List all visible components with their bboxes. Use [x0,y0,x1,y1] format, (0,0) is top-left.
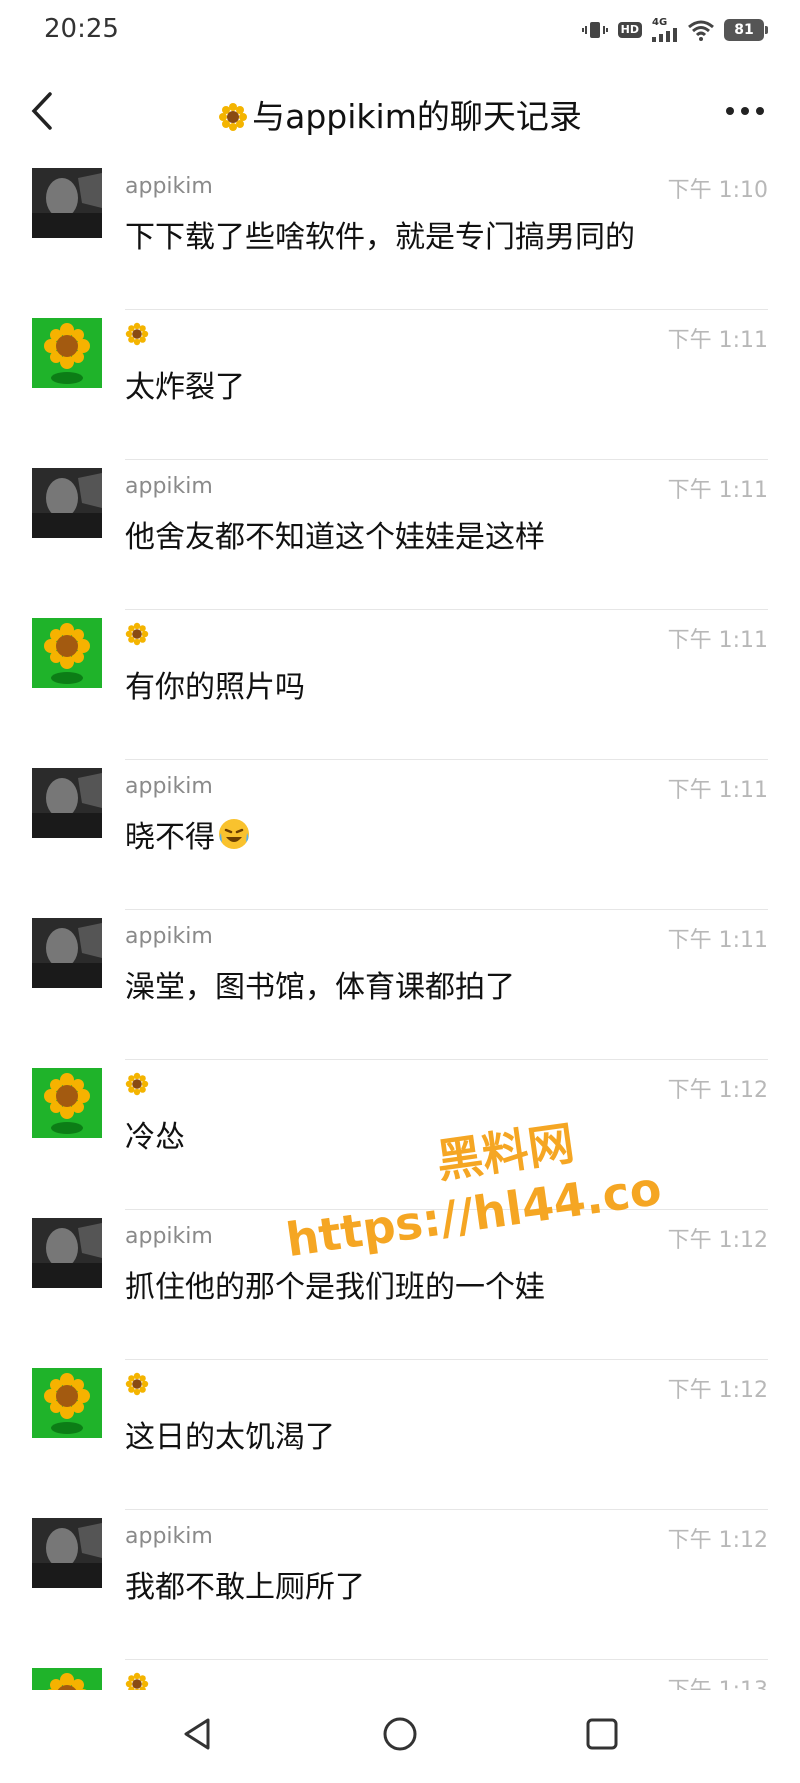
sender-sunflower-icon [125,1372,149,1400]
message-time: 下午 1:11 [667,478,768,503]
message-text: 澡堂，图书馆，体育课都拍了 [125,970,515,1005]
message-item[interactable]: appikim 下午 1:11 他舍友都不知道这个娃娃是这样 [0,460,800,610]
hd-icon: HD [617,22,642,38]
avatar[interactable] [32,318,102,388]
chat-title-text: 与appikim的聊天记录 [252,97,582,136]
avatar[interactable] [32,168,102,238]
avatar[interactable] [32,768,102,838]
message-item[interactable]: 下午 1:13 [0,1660,800,1690]
message-item[interactable]: 下午 1:12 这日的太饥渴了 [0,1360,800,1510]
message-time: 下午 1:10 [667,178,768,203]
message-time: 下午 1:11 [667,328,768,353]
system-back-button[interactable] [176,1712,220,1756]
avatar[interactable] [32,1668,102,1690]
message-item[interactable]: appikim 下午 1:12 我都不敢上厕所了 [0,1510,800,1660]
message-time: 下午 1:12 [667,1378,768,1403]
message-text: 下下载了些啥软件，就是专门搞男同的 [125,220,635,255]
message-text: 抓住他的那个是我们班的一个娃 [125,1270,545,1305]
square-recents-icon [586,1718,618,1750]
message-text: 有你的照片吗 [125,670,305,705]
sunflower-icon [218,101,248,140]
message-text: 我都不敢上厕所了 [125,1570,365,1605]
message-text: 晓不得 [125,812,251,859]
page-title: 与appikim的聊天记录 [0,90,800,140]
vibrate-icon [581,20,608,40]
battery-icon: 81 [724,19,768,41]
wifi-icon [688,19,714,41]
message-time: 下午 1:13 [668,1672,768,1690]
sender-name: appikim [125,774,213,799]
message-time: 下午 1:11 [667,778,768,803]
system-navigation-bar [0,1690,800,1783]
message-time: 下午 1:11 [667,928,768,953]
system-home-button[interactable] [378,1712,422,1756]
more-options-button[interactable] [720,94,770,128]
status-icons: HD 4G 81 [581,18,768,42]
sender-sunflower-icon [125,1672,149,1690]
sender-sunflower-icon [125,322,149,350]
sender-name: appikim [125,924,213,949]
message-item[interactable]: appikim 下午 1:11 澡堂，图书馆，体育课都拍了 [0,910,800,1060]
sender-name: appikim [125,1524,213,1549]
circle-home-icon [383,1717,417,1751]
sender-sunflower-icon [125,1072,149,1100]
laughing-crying-emoji-icon [217,817,251,859]
message-item[interactable]: 下午 1:11 太炸裂了 [0,310,800,460]
sender-name: appikim [125,174,213,199]
chat-header: 与appikim的聊天记录 [0,62,800,160]
more-dots-icon [726,107,764,115]
avatar[interactable] [32,468,102,538]
sender-name: appikim [125,474,213,499]
message-item[interactable]: appikim 下午 1:12 抓住他的那个是我们班的一个娃 [0,1210,800,1360]
message-text: 这日的太饥渴了 [125,1420,335,1455]
message-text: 他舍友都不知道这个娃娃是这样 [125,520,545,555]
message-text-content: 晓不得 [125,820,215,855]
message-item[interactable]: appikim 下午 1:10 下下载了些啥软件，就是专门搞男同的 [0,160,800,310]
message-time: 下午 1:12 [667,1228,768,1253]
message-text: 冷怂 [125,1120,185,1155]
avatar[interactable] [32,1368,102,1438]
avatar[interactable] [32,918,102,988]
avatar[interactable] [32,1068,102,1138]
avatar[interactable] [32,1218,102,1288]
triangle-back-icon [184,1718,210,1750]
sender-sunflower-icon [125,622,149,650]
message-time: 下午 1:11 [667,628,768,653]
signal-icon: 4G [652,18,678,42]
message-item[interactable]: 下午 1:12 冷怂 [0,1060,800,1210]
avatar[interactable] [32,618,102,688]
status-time: 20:25 [44,14,119,44]
message-text: 太炸裂了 [125,370,245,405]
message-time: 下午 1:12 [667,1078,768,1103]
network-type-label: 4G [652,17,668,28]
system-recents-button[interactable] [580,1712,624,1756]
chat-history-list[interactable]: appikim 下午 1:10 下下载了些啥软件，就是专门搞男同的 下午 1:1… [0,160,800,1690]
message-time: 下午 1:12 [667,1528,768,1553]
status-bar: 20:25 HD 4G 81 [0,0,800,62]
message-item[interactable]: appikim 下午 1:11 晓不得 [0,760,800,910]
message-item[interactable]: 下午 1:11 有你的照片吗 [0,610,800,760]
sender-name: appikim [125,1224,213,1249]
avatar[interactable] [32,1518,102,1588]
